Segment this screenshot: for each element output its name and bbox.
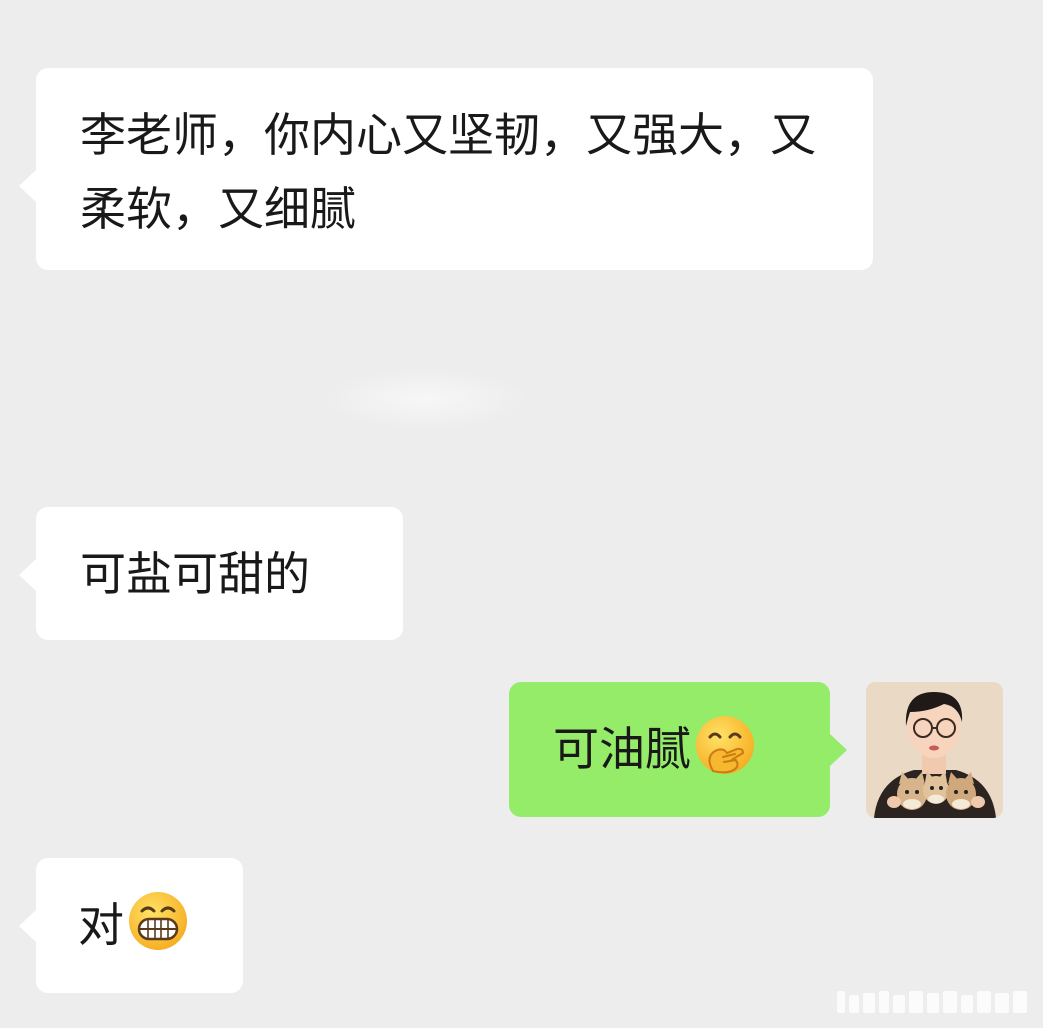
- bubble-tail: [19, 910, 36, 942]
- faded-content: [320, 368, 530, 430]
- bubble-tail: [19, 559, 36, 591]
- watermark-logo: [837, 991, 1027, 1013]
- message-text: 可盐可甜的: [80, 547, 310, 601]
- grinning-face-emoji-icon: [129, 892, 187, 950]
- hand-over-mouth-emoji-icon: [696, 716, 754, 774]
- message-bubble-incoming[interactable]: 对: [19, 858, 243, 993]
- chat-area: 李老师，你内心又坚韧，又强大，又柔软，又细腻 可盐可甜的 可油腻 对: [0, 0, 1043, 1028]
- message-bubble-incoming[interactable]: 李老师，你内心又坚韧，又强大，又柔软，又细腻: [19, 68, 873, 270]
- avatar[interactable]: [866, 682, 1003, 818]
- message-text: 对: [78, 898, 124, 952]
- bubble-tail: [830, 734, 847, 766]
- message-bubble-incoming[interactable]: 可盐可甜的: [19, 507, 403, 640]
- message-text: 李老师，你内心又坚韧，又强大，又柔软，又细腻: [80, 108, 816, 236]
- bubble-tail: [19, 170, 36, 202]
- message-bubble-outgoing[interactable]: 可油腻: [509, 682, 847, 817]
- user-avatar-icon: [866, 682, 1003, 818]
- message-text: 可油腻: [553, 722, 691, 776]
